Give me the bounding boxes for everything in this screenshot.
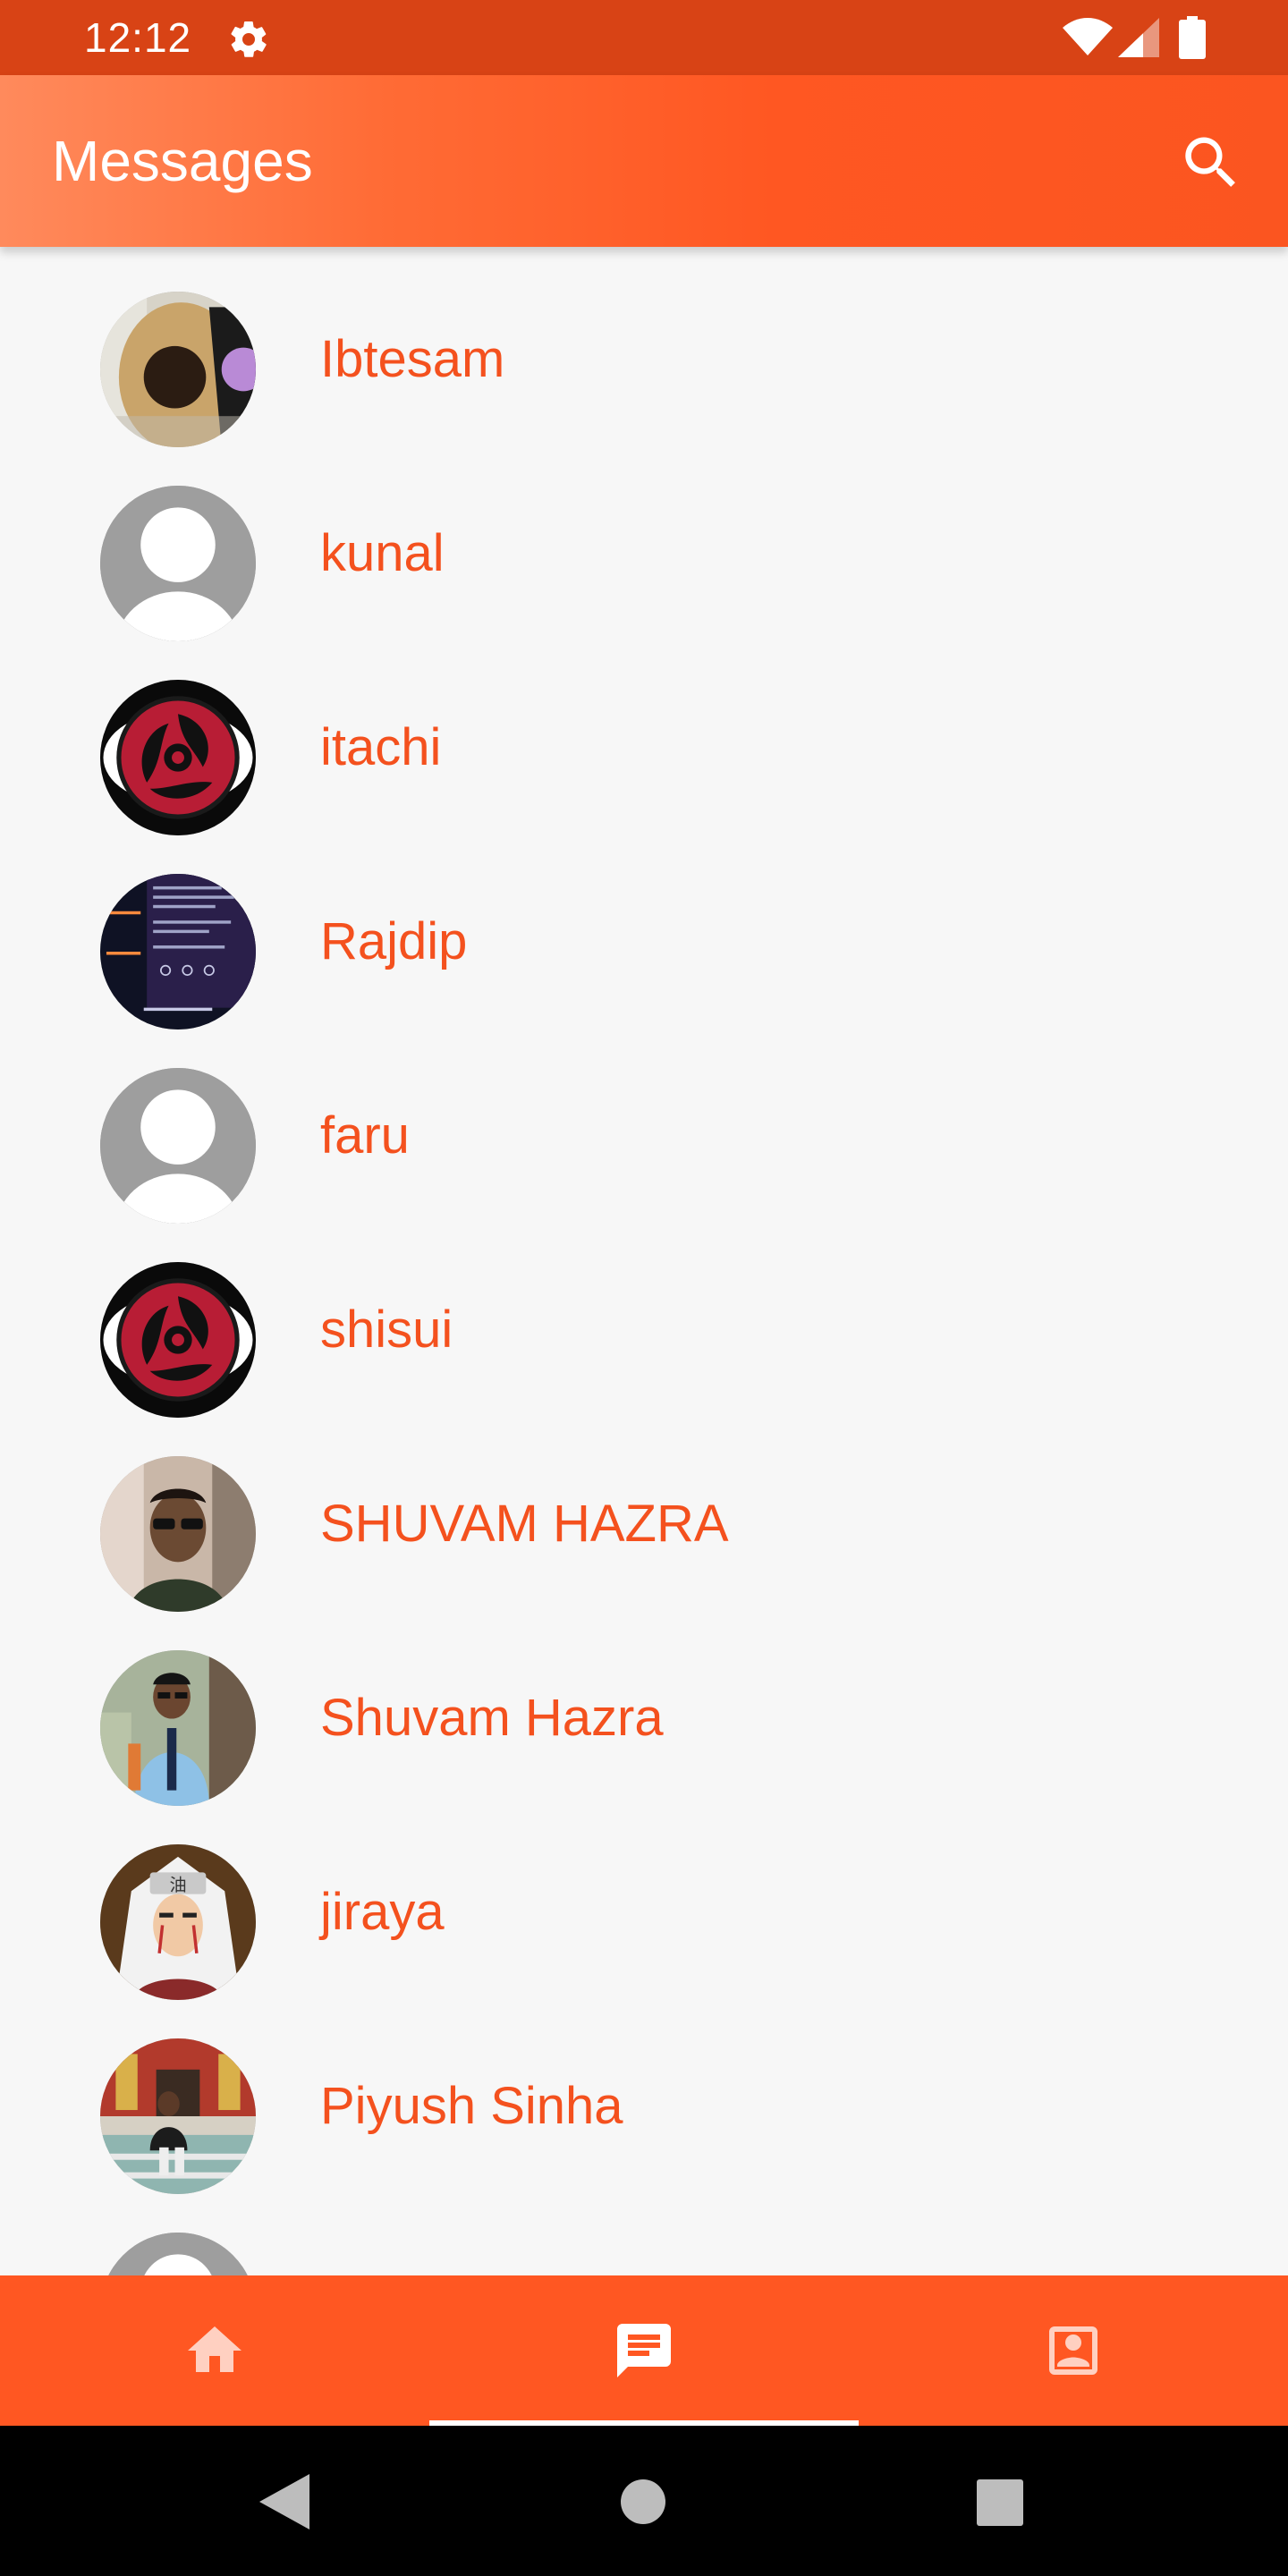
conversation-item[interactable]: Piyush Sinha — [0, 1994, 1288, 2194]
conversation-item[interactable] — [0, 2188, 1288, 2275]
avatar — [100, 1262, 256, 1418]
messages-screen: 12:12 Messages Ibtesam kunal itachi Rajd… — [0, 0, 1288, 2576]
outdoor-photo-avatar — [100, 2038, 256, 2194]
avatar — [100, 1068, 256, 1224]
conversation-item[interactable]: SHUVAM HAZRA — [0, 1411, 1288, 1612]
conversation-item[interactable]: Shuvam Hazra — [0, 1606, 1288, 1806]
contact-icon — [1049, 2326, 1097, 2375]
conversation-item[interactable]: kunal — [0, 441, 1288, 641]
default-person-avatar — [100, 2233, 256, 2275]
sharingan-eye-avatar — [100, 680, 256, 835]
system-navigation-bar — [0, 2426, 1288, 2576]
status-time: 12:12 — [84, 14, 192, 61]
avatar — [100, 2038, 256, 2194]
avatar — [100, 874, 256, 1030]
battery-icon — [1179, 16, 1206, 59]
default-person-avatar — [100, 486, 256, 641]
tab-messages[interactable] — [429, 2275, 859, 2426]
contact-name: Shuvam Hazra — [320, 1689, 664, 1747]
conversation-item[interactable]: Rajdip — [0, 829, 1288, 1030]
student-photo-avatar — [100, 1650, 256, 1806]
page-title: Messages — [52, 129, 313, 193]
tab-contacts[interactable] — [859, 2275, 1288, 2426]
avatar — [100, 1456, 256, 1612]
guitar-photo-avatar — [100, 292, 256, 447]
avatar — [100, 2233, 256, 2275]
conversation-list[interactable]: Ibtesam kunal itachi Rajdip faru shisui … — [0, 247, 1288, 2275]
conversation-item[interactable]: itachi — [0, 635, 1288, 835]
app-bar: Messages — [0, 75, 1288, 247]
sharingan-eye-avatar — [100, 1262, 256, 1418]
message-icon — [617, 2324, 671, 2377]
back-icon[interactable] — [259, 2474, 309, 2529]
recents-icon[interactable] — [977, 2479, 1023, 2526]
svg-text:油: 油 — [169, 1875, 186, 1895]
conversation-item[interactable]: 油 jiraya — [0, 1800, 1288, 2000]
dark-screenshot-avatar — [100, 874, 256, 1030]
gear-icon — [231, 21, 267, 57]
contact-name: SHUVAM HAZRA — [320, 1495, 729, 1553]
tab-home[interactable] — [0, 2275, 429, 2426]
search-icon[interactable] — [1177, 129, 1245, 197]
home-circle-icon[interactable] — [621, 2479, 665, 2524]
contact-name: kunal — [320, 524, 445, 582]
conversation-item[interactable]: Ibtesam — [0, 247, 1288, 447]
contact-name: itachi — [320, 718, 442, 776]
avatar: 油 — [100, 1844, 256, 2000]
contact-name: Piyush Sinha — [320, 2077, 623, 2135]
default-person-avatar — [100, 1068, 256, 1224]
conversation-item[interactable]: shisui — [0, 1217, 1288, 1418]
contact-name: jiraya — [320, 1883, 445, 1941]
avatar — [100, 486, 256, 641]
avatar — [100, 1650, 256, 1806]
bottom-navigation — [0, 2275, 1288, 2426]
contact-name: Rajdip — [320, 912, 468, 970]
status-bar: 12:12 — [0, 0, 1288, 75]
signal-icon — [1118, 18, 1159, 57]
wifi-icon — [1063, 18, 1113, 55]
avatar — [100, 680, 256, 835]
home-icon — [188, 2326, 242, 2372]
contact-name: Ibtesam — [320, 330, 505, 388]
contact-name: shisui — [320, 1301, 453, 1359]
conversation-item[interactable]: faru — [0, 1023, 1288, 1224]
contact-name: faru — [320, 1106, 410, 1165]
avatar — [100, 292, 256, 447]
jiraiya-anime-avatar: 油 — [100, 1844, 256, 2000]
selfie-photo-avatar — [100, 1456, 256, 1612]
